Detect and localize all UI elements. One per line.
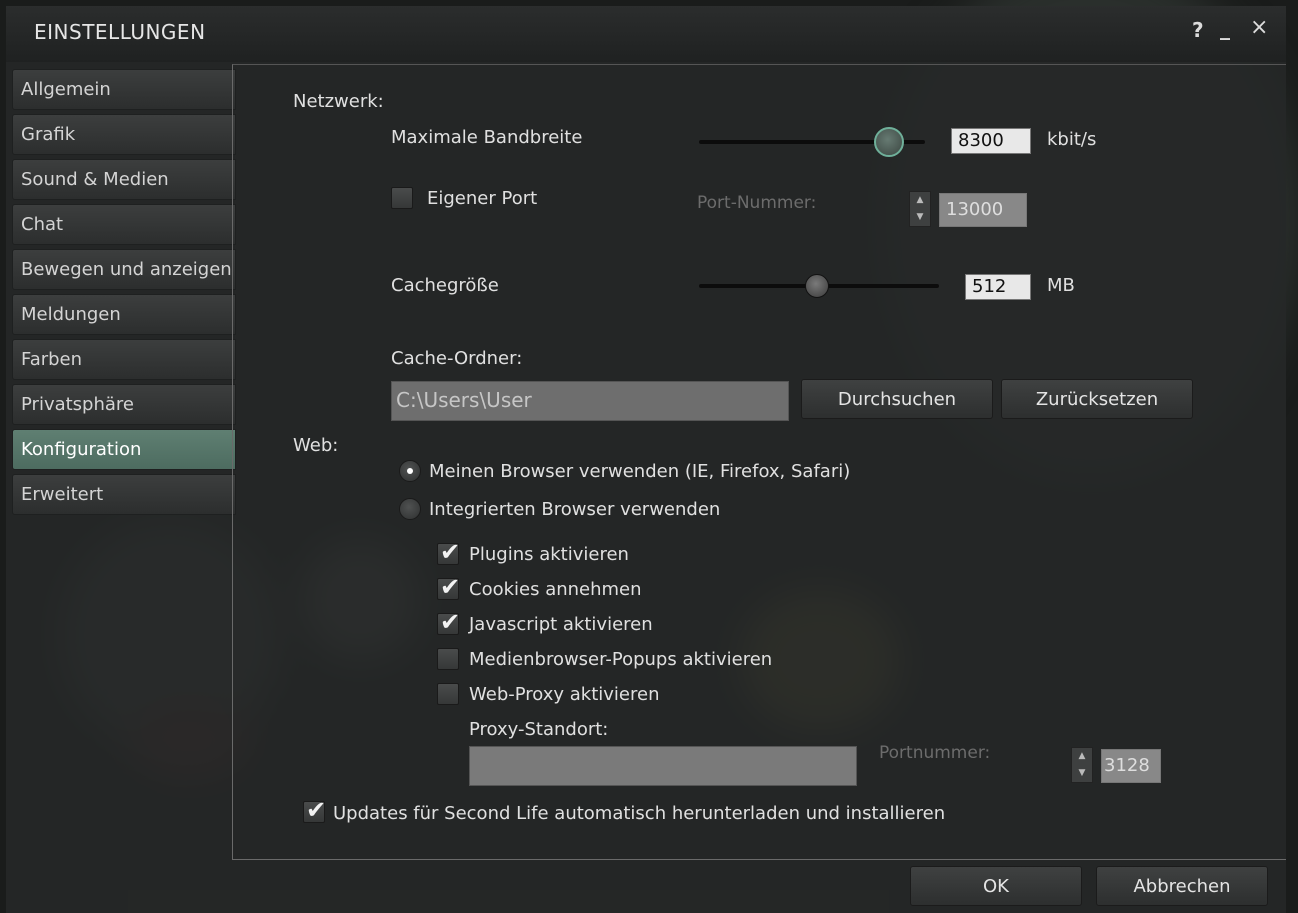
bandwidth-label: Maximale Bandbreite bbox=[391, 127, 583, 148]
cache-size-input[interactable]: 512 bbox=[965, 274, 1031, 300]
window-title: EINSTELLUNGEN bbox=[34, 20, 206, 44]
tab-chat[interactable]: Chat bbox=[12, 204, 236, 245]
tab-privatsphaere[interactable]: Privatsphäre bbox=[12, 384, 236, 425]
bandwidth-slider-knob[interactable] bbox=[873, 127, 904, 157]
radio-selected-dot bbox=[407, 468, 413, 474]
preferences-dialog: EINSTELLUNGEN ? _ × Allgemein Grafik Sou… bbox=[6, 6, 1286, 913]
tab-allgemein[interactable]: Allgemein bbox=[12, 69, 236, 110]
cookies-label: Cookies annehmen bbox=[469, 579, 642, 600]
custom-port-label: Eigener Port bbox=[427, 188, 538, 209]
help-button[interactable]: ? bbox=[1192, 18, 1204, 42]
check-icon: ✔ bbox=[306, 796, 327, 824]
minimize-button[interactable]: _ bbox=[1220, 16, 1230, 40]
javascript-checkbox[interactable]: ✔ bbox=[437, 608, 460, 636]
close-button[interactable]: × bbox=[1250, 15, 1268, 40]
proxy-location-label: Proxy-Standort: bbox=[469, 719, 609, 740]
sidebar: Allgemein Grafik Sound & Medien Chat Bew… bbox=[12, 69, 242, 519]
plugins-label: Plugins aktivieren bbox=[469, 544, 629, 565]
tab-konfiguration[interactable]: Konfiguration bbox=[12, 429, 236, 470]
tab-grafik[interactable]: Grafik bbox=[12, 114, 236, 155]
web-proxy-checkbox[interactable] bbox=[437, 683, 459, 705]
ok-button[interactable]: OK bbox=[910, 866, 1082, 906]
check-icon: ✔ bbox=[440, 573, 461, 601]
bandwidth-input[interactable]: 8300 bbox=[951, 128, 1031, 154]
cache-size-label: Cachegröße bbox=[391, 275, 499, 296]
auto-update-label: Updates für Second Life automatisch heru… bbox=[333, 803, 946, 824]
builtin-browser-label: Integrierten Browser verwenden bbox=[429, 499, 721, 520]
port-number-input[interactable]: 13000 bbox=[939, 193, 1027, 227]
auto-update-checkbox[interactable]: ✔ bbox=[303, 796, 326, 824]
proxy-location-input[interactable] bbox=[469, 746, 857, 786]
reset-button[interactable]: Zurücksetzen bbox=[1001, 379, 1193, 419]
cookies-checkbox[interactable]: ✔ bbox=[437, 573, 460, 601]
media-popups-checkbox[interactable] bbox=[437, 648, 459, 670]
settings-panel: Netzwerk: Maximale Bandbreite 8300 kbit/… bbox=[232, 64, 1286, 860]
bandwidth-unit: kbit/s bbox=[1047, 129, 1097, 150]
cache-size-unit: MB bbox=[1047, 275, 1075, 296]
javascript-label: Javascript aktivieren bbox=[469, 614, 653, 635]
port-number-label: Port-Nummer: bbox=[697, 193, 817, 213]
custom-port-checkbox[interactable] bbox=[391, 187, 413, 209]
tab-farben[interactable]: Farben bbox=[12, 339, 236, 380]
check-icon: ✔ bbox=[440, 608, 461, 636]
tab-meldungen[interactable]: Meldungen bbox=[12, 294, 236, 335]
cache-folder-path[interactable]: C:\Users\User bbox=[391, 381, 789, 421]
cancel-button[interactable]: Abbrechen bbox=[1096, 866, 1268, 906]
tab-bewegen-anzeigen[interactable]: Bewegen und anzeigen bbox=[12, 249, 236, 290]
cache-folder-label: Cache-Ordner: bbox=[391, 348, 523, 369]
tab-sound-medien[interactable]: Sound & Medien bbox=[12, 159, 236, 200]
cache-size-slider-knob[interactable] bbox=[804, 274, 829, 298]
web-heading: Web: bbox=[293, 435, 339, 456]
own-browser-radio[interactable] bbox=[399, 460, 421, 482]
plugins-checkbox[interactable]: ✔ bbox=[437, 538, 460, 566]
tab-erweitert[interactable]: Erweitert bbox=[12, 474, 236, 515]
builtin-browser-radio[interactable] bbox=[399, 498, 421, 520]
port-spinner[interactable]: ▲ ▼ bbox=[909, 191, 931, 227]
network-heading: Netzwerk: bbox=[293, 91, 384, 112]
browse-button[interactable]: Durchsuchen bbox=[801, 379, 993, 419]
title-bar[interactable]: EINSTELLUNGEN ? _ × bbox=[6, 6, 1286, 62]
proxy-port-input[interactable]: 3128 bbox=[1101, 749, 1161, 783]
web-proxy-label: Web-Proxy aktivieren bbox=[469, 684, 660, 705]
proxy-port-label: Portnummer: bbox=[879, 743, 991, 763]
own-browser-label: Meinen Browser verwenden (IE, Firefox, S… bbox=[429, 461, 851, 482]
proxy-port-spinner[interactable]: ▲ ▼ bbox=[1071, 747, 1093, 783]
check-icon: ✔ bbox=[440, 538, 461, 566]
media-popups-label: Medienbrowser-Popups aktivieren bbox=[469, 649, 773, 670]
